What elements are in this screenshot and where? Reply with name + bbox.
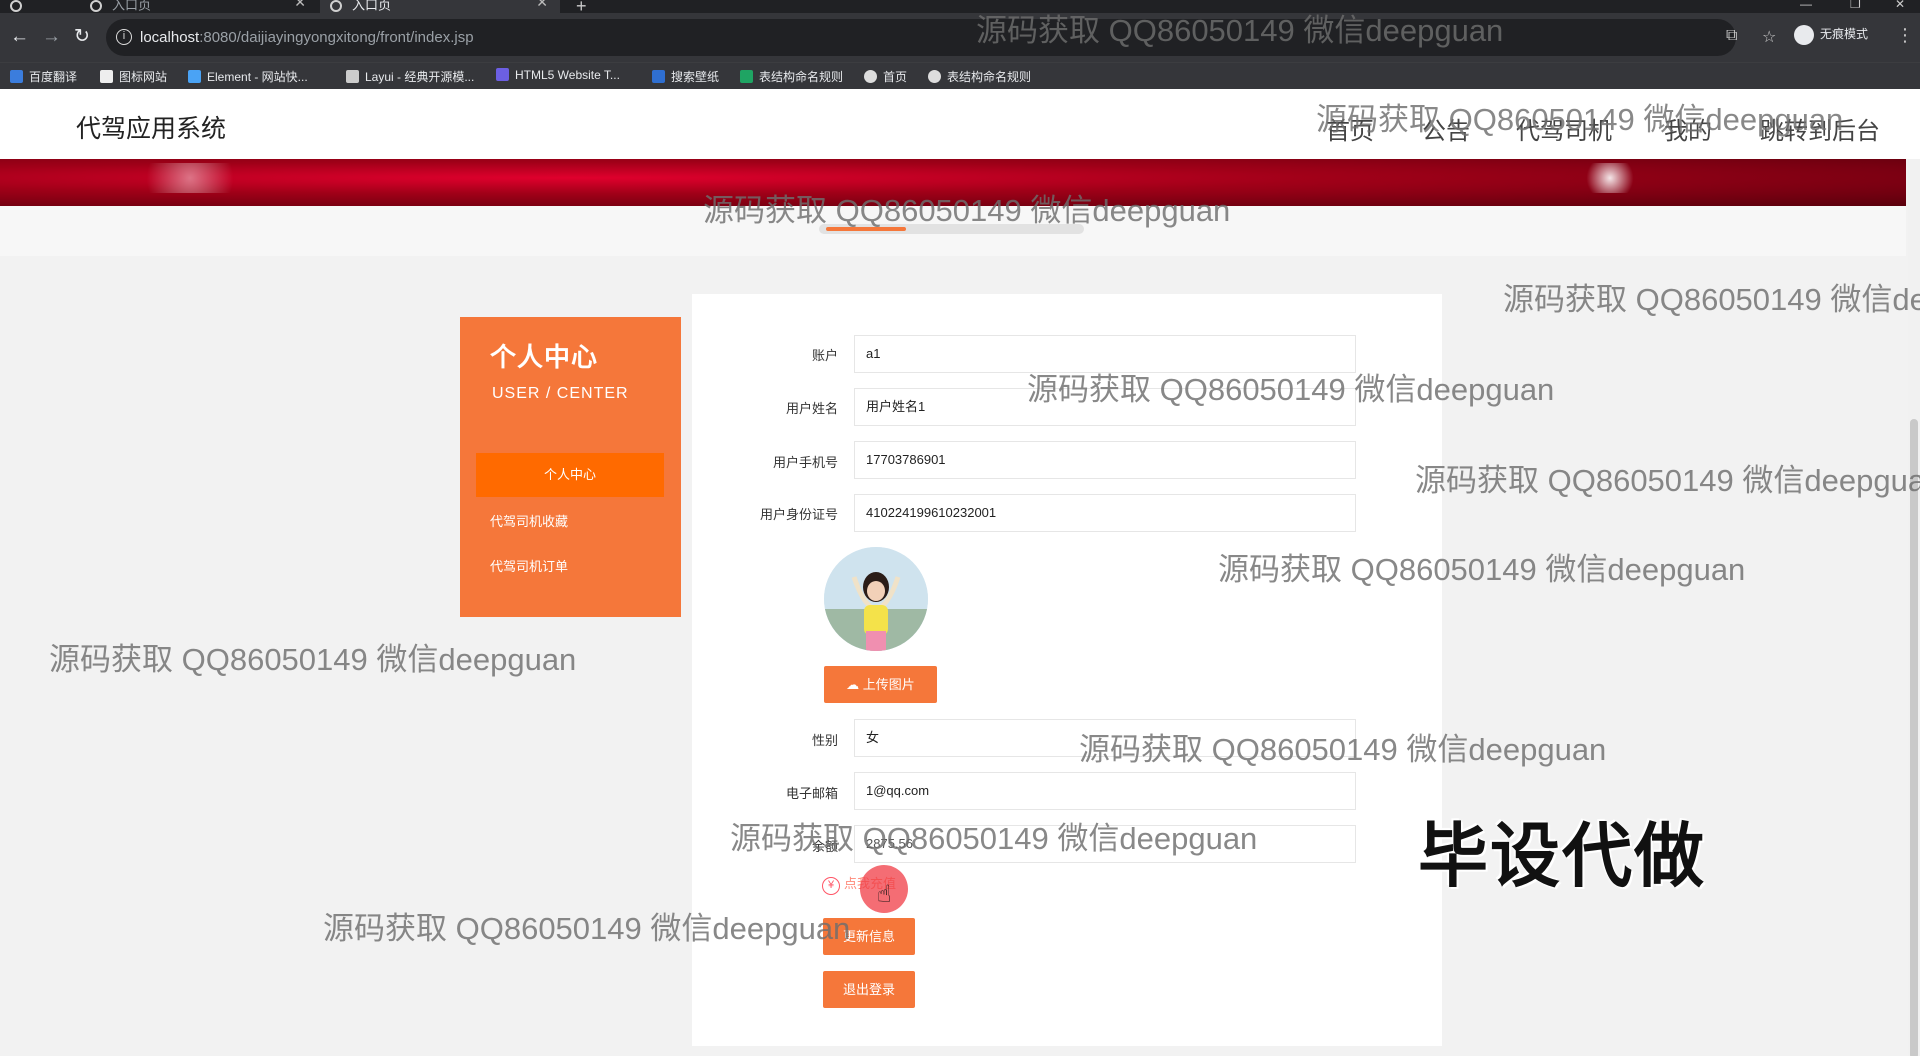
sidebar-title: 个人中心 (490, 342, 599, 372)
globe-icon (928, 70, 941, 83)
bookmark-item[interactable]: 百度翻译 (10, 68, 77, 85)
window-close-icon[interactable]: ✕ (1895, 0, 1905, 11)
banner-light (130, 163, 250, 193)
watermark: 源码获取 QQ86050149 微信deepguan (1316, 102, 1844, 137)
forward-arrow-icon[interactable]: → (42, 27, 61, 47)
site-title: 代驾应用系统 (76, 115, 227, 143)
yen-icon: ¥ (822, 877, 840, 895)
phone-input[interactable]: 17703786901 (854, 441, 1356, 479)
avatar-photo (824, 547, 928, 651)
bookmark-item[interactable]: 搜索壁纸 (652, 68, 719, 85)
translate-icon[interactable]: ⧉ (1726, 27, 1737, 45)
watermark: 源码获取 QQ86050149 微信deepguan (703, 193, 1231, 228)
logout-button[interactable]: 退出登录 (823, 971, 915, 1008)
scrollbar-thumb[interactable] (1910, 419, 1918, 1056)
promo-stamp: 毕设代做 (1418, 817, 1706, 895)
watermark: 源码获取 QQ86050149 微信deepgua (1415, 463, 1920, 498)
idcard-label: 用户身份证号 (759, 507, 838, 522)
user-center-sidebar: 个人中心 USER / CENTER 个人中心 代驾司机收藏 代驾司机订单 (460, 317, 681, 617)
sidebar-subtitle: USER / CENTER (492, 385, 629, 402)
browser-menu-icon[interactable]: ⋮ (1896, 25, 1914, 46)
new-tab-icon[interactable]: + (576, 0, 587, 13)
tab-title: 入口页 (112, 0, 152, 13)
gender-label: 性别 (811, 733, 838, 748)
incognito-icon (1794, 25, 1814, 45)
email-label: 电子邮箱 (785, 786, 838, 801)
bookmark-favicon-icon (10, 70, 23, 83)
bookmark-star-icon[interactable]: ☆ (1762, 27, 1776, 47)
watermark: 源码获取 QQ86050149 微信de (1503, 282, 1920, 317)
cloud-upload-icon: ☁ (846, 677, 860, 692)
bookmark-item[interactable]: 表结构命名规则 (928, 68, 1031, 85)
watermark: 源码获取 QQ86050149 微信deepguan (1079, 732, 1607, 767)
tab-favicon-icon (90, 0, 102, 12)
maximize-icon[interactable]: ❐ (1850, 0, 1861, 11)
sidebar-item-personal-center[interactable]: 个人中心 (476, 453, 664, 497)
html5-icon (496, 68, 509, 81)
back-arrow-icon[interactable]: ← (10, 27, 29, 47)
tab-favicon-icon (330, 0, 342, 12)
name-label: 用户姓名 (785, 401, 838, 416)
url-text: localhost:8080/daijiayingyongxitong/fron… (140, 29, 474, 46)
watermark: 源码获取 QQ86050149 微信deepguan (1027, 372, 1555, 407)
upload-image-button[interactable]: ☁ 上传图片 (824, 666, 937, 703)
avatar (824, 547, 928, 651)
element-icon (188, 70, 201, 83)
browser-tabstrip: 入口页 ✕ 入口页 ✕ + — ❐ ✕ (0, 0, 1920, 13)
email-input[interactable]: 1@qq.com (854, 772, 1356, 810)
incognito-profile-button[interactable]: 无痕模式 (1794, 25, 1868, 45)
upload-label: 上传图片 (862, 677, 915, 692)
tab-close-icon[interactable]: ✕ (536, 0, 548, 9)
browser-tab-2[interactable]: 入口页 ✕ (320, 0, 560, 13)
idcard-input[interactable]: 410224199610232001 (854, 494, 1356, 532)
minimize-icon[interactable]: — (1800, 0, 1812, 11)
tab-title: 入口页 (352, 0, 392, 13)
banner-light (1580, 163, 1640, 193)
bookmark-item[interactable]: HTML5 Website T... (496, 68, 620, 82)
bookmark-item[interactable]: 首页 (864, 68, 907, 85)
browser-app-icon[interactable] (0, 0, 60, 13)
account-label: 账户 (811, 348, 838, 363)
hand-cursor-icon: ☝ (877, 881, 892, 908)
watermark: 源码获取 QQ86050149 微信deepguan (730, 821, 1258, 856)
sheet-icon (740, 70, 753, 83)
bookmark-item[interactable]: Element - 网站快... (188, 68, 308, 85)
watermark: 源码获取 QQ86050149 微信deepguan (1218, 552, 1746, 587)
globe-icon (864, 70, 877, 83)
browser-toolbar: ← → ↻ i localhost:8080/daijiayingyongxit… (0, 13, 1920, 62)
layui-icon (346, 70, 359, 83)
browser-tab-1[interactable]: 入口页 ✕ (80, 0, 318, 13)
wallpaper-icon (652, 70, 665, 83)
sidebar-item-driver-favorites[interactable]: 代驾司机收藏 (490, 511, 568, 530)
profile-label: 无痕模式 (1820, 27, 1869, 42)
reload-icon[interactable]: ↻ (74, 27, 90, 47)
bookmark-item[interactable]: Layui - 经典开源模... (346, 68, 474, 85)
bookmark-item[interactable]: 图标网站 (100, 68, 167, 85)
bookmarks-bar: 百度翻译 图标网站 Element - 网站快... Layui - 经典开源模… (0, 62, 1920, 89)
flag-icon (100, 70, 113, 83)
phone-label: 用户手机号 (772, 455, 838, 470)
sidebar-item-driver-orders[interactable]: 代驾司机订单 (490, 556, 568, 575)
tab-close-icon[interactable]: ✕ (294, 0, 306, 9)
watermark: 源码获取 QQ86050149 微信deepguan (976, 13, 1504, 48)
site-info-icon[interactable]: i (116, 29, 132, 45)
watermark: 源码获取 QQ86050149 微信deepguan (323, 911, 851, 946)
chrome-icon (10, 0, 22, 12)
bookmark-item[interactable]: 表结构命名规则 (740, 68, 843, 85)
watermark: 源码获取 QQ86050149 微信deepguan (49, 642, 577, 677)
